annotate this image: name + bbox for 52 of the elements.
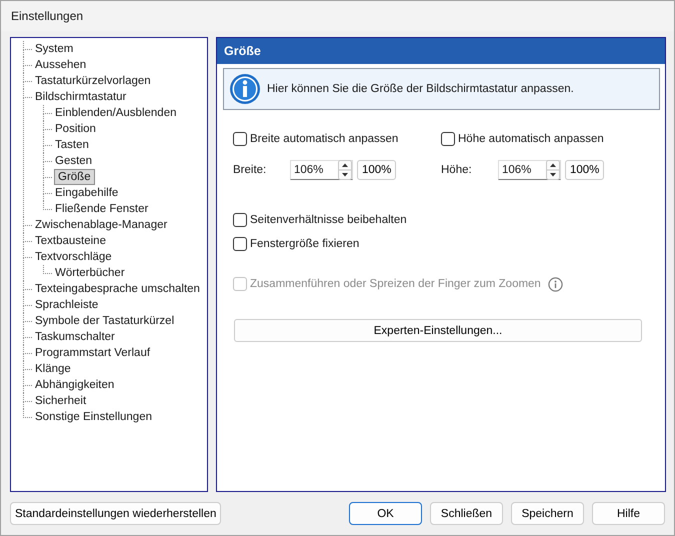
- tree-item[interactable]: Symbole der Tastaturkürzel: [34, 313, 176, 329]
- tree-item[interactable]: Gesten: [54, 153, 94, 169]
- tree-item[interactable]: Textvorschläge: [34, 249, 113, 265]
- tree-line: [43, 265, 52, 274]
- tree-item[interactable]: Programmstart Verlauf: [34, 345, 152, 361]
- tree-item[interactable]: Wörterbücher: [54, 265, 126, 281]
- dialog-button[interactable]: OK: [349, 502, 422, 525]
- tree-item[interactable]: System: [34, 41, 74, 57]
- tree-item[interactable]: Tasten: [54, 137, 90, 153]
- checkbox[interactable]: [233, 132, 247, 146]
- tree-item[interactable]: Position: [54, 121, 97, 137]
- checkbox[interactable]: [233, 237, 247, 251]
- dialog-button[interactable]: Hilfe: [592, 502, 665, 525]
- checkbox-label: Fenstergröße fixieren: [250, 238, 360, 250]
- dialog-button[interactable]: Schließen: [430, 502, 503, 525]
- tree-item[interactable]: Texteingabesprache umschalten: [34, 281, 201, 297]
- tree-item[interactable]: Eingabehilfe: [54, 185, 120, 201]
- checkbox[interactable]: [233, 213, 247, 227]
- size-label: Höhe:: [441, 164, 473, 176]
- tree-item[interactable]: Taskumschalter: [34, 329, 116, 345]
- checkbox-label: Höhe automatisch anpassen: [458, 133, 604, 145]
- tree-item[interactable]: Sonstige Einstellungen: [34, 409, 153, 425]
- checkbox-label: Seitenverhältnisse beibehalten: [250, 214, 407, 226]
- number-field[interactable]: 106%: [498, 160, 561, 180]
- spinner-icon[interactable]: [546, 160, 560, 180]
- info-text: Hier können Sie die Größe der Bildschirmtastatur anpassen.: [267, 83, 574, 95]
- reset-size-button[interactable]: 100%: [357, 160, 396, 180]
- tree-item[interactable]: Sicherheit: [34, 393, 88, 409]
- checkbox-label: Zusammenführen oder Spreizen der Finger zum Zoomen: [250, 278, 541, 290]
- tree-item[interactable]: Abhängigkeiten: [34, 377, 116, 393]
- tree-item[interactable]: Fließende Fenster: [54, 201, 150, 217]
- tree-item[interactable]: Einblenden/Ausblenden: [54, 105, 178, 121]
- dialog-button[interactable]: Speichern: [511, 502, 584, 525]
- tree-item[interactable]: Sprachleiste: [34, 297, 100, 313]
- tree-item[interactable]: Tastaturkürzelvorlagen: [34, 73, 152, 89]
- tree-item[interactable]: Bildschirmtastatur: [34, 89, 128, 105]
- spinner-icon[interactable]: [338, 160, 352, 180]
- reset-size-button[interactable]: 100%: [565, 160, 604, 180]
- tree-item[interactable]: Aussehen: [34, 57, 88, 73]
- number-field[interactable]: 106%: [290, 160, 353, 180]
- expert-settings-button[interactable]: Experten-Einstellungen...: [234, 319, 642, 342]
- restore-defaults-button[interactable]: Standardeinstellungen wiederherstellen: [10, 502, 222, 525]
- tree-item[interactable]: Klänge: [34, 361, 72, 377]
- tree-item[interactable]: Zwischenablage-Manager: [34, 217, 168, 233]
- info-icon: [229, 73, 261, 105]
- tree-item[interactable]: Textbausteine: [34, 233, 107, 249]
- size-label: Breite:: [233, 164, 268, 176]
- panel-title: Größe: [224, 44, 261, 58]
- checkbox[interactable]: [441, 132, 455, 146]
- window-title: Einstellungen: [11, 9, 84, 23]
- checkbox-label: Breite automatisch anpassen: [250, 133, 398, 145]
- tree-item[interactable]: Größe: [54, 169, 95, 185]
